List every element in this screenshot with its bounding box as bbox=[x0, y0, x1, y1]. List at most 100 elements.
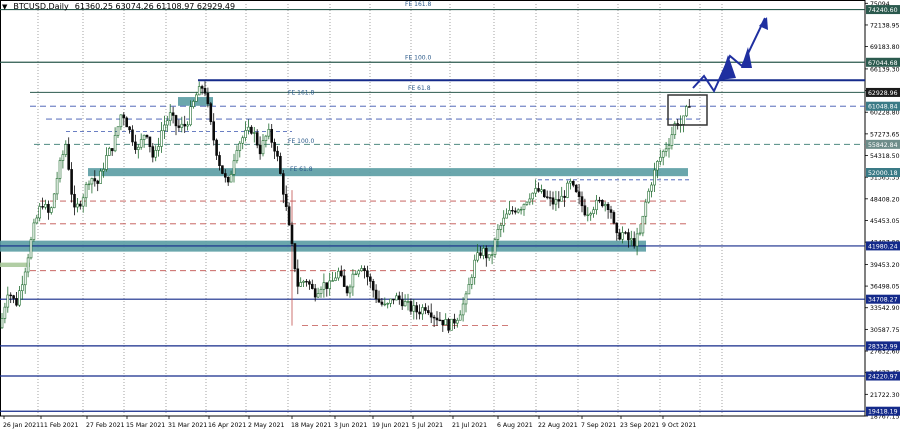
candle-body bbox=[545, 196, 549, 198]
candle-body bbox=[612, 212, 616, 224]
candle-body bbox=[528, 198, 532, 203]
time-tick-label: 18 May 2021 bbox=[291, 422, 331, 429]
price-chart[interactable]: FE 161.8 FE 100.0 FE 61.8 FE 161.8 FE 100.0 F… bbox=[0, 0, 900, 432]
candle-body bbox=[476, 252, 479, 261]
candle-body bbox=[302, 281, 305, 283]
candle-body bbox=[166, 120, 169, 126]
candle-body bbox=[87, 183, 91, 186]
candle-body bbox=[215, 139, 218, 156]
candle-body bbox=[305, 281, 308, 283]
candle-body bbox=[490, 254, 494, 256]
candle-body bbox=[270, 129, 274, 143]
candle-body bbox=[458, 314, 462, 321]
candle-body bbox=[284, 194, 288, 207]
candle-body bbox=[224, 173, 227, 178]
candle-body bbox=[331, 280, 334, 282]
candle-body bbox=[574, 184, 578, 193]
candle-body bbox=[250, 126, 253, 134]
candle-body bbox=[609, 209, 613, 213]
price-label: 19418.19 bbox=[868, 409, 898, 416]
candle-body bbox=[444, 319, 448, 326]
candle-body bbox=[667, 145, 671, 150]
candle-body bbox=[93, 178, 97, 182]
candle-body bbox=[76, 203, 79, 208]
candle-body bbox=[360, 268, 363, 272]
candle-body bbox=[221, 165, 224, 174]
candle-body bbox=[110, 148, 114, 152]
candle-body bbox=[577, 191, 581, 197]
candle-body bbox=[322, 282, 326, 290]
candle-body bbox=[580, 196, 584, 207]
candle-body bbox=[366, 270, 369, 278]
candle-body bbox=[658, 156, 662, 162]
candle-body bbox=[174, 115, 178, 127]
candle-body bbox=[540, 189, 543, 192]
candle-body bbox=[392, 298, 395, 301]
candle-body bbox=[212, 121, 215, 141]
candle-body bbox=[670, 134, 674, 146]
candle-body bbox=[482, 248, 485, 256]
candle-body bbox=[90, 178, 94, 185]
ohlc-values: 61360.25 63074.26 61108.97 62929.49 bbox=[74, 2, 236, 11]
candle-body bbox=[522, 204, 526, 210]
candle-body bbox=[192, 101, 195, 107]
fib-label: FE 100.0 bbox=[405, 54, 432, 61]
candle-body bbox=[18, 290, 21, 306]
candle-body bbox=[426, 310, 430, 314]
candle-body bbox=[418, 311, 421, 315]
candle-body bbox=[287, 206, 291, 226]
price-tick-label: 30587.75 bbox=[870, 327, 900, 334]
price-label: 55842.84 bbox=[868, 142, 898, 149]
price-tick-label: 60228.80 bbox=[870, 110, 900, 117]
candle-body bbox=[310, 283, 314, 289]
price-tick-label: 33542.90 bbox=[870, 305, 900, 312]
time-tick-label: 2 May 2021 bbox=[248, 422, 284, 429]
candle-body bbox=[496, 229, 500, 240]
candle-body bbox=[493, 239, 497, 255]
candle-body bbox=[79, 203, 82, 207]
candle-body bbox=[247, 126, 250, 131]
candle-body bbox=[363, 268, 366, 272]
candle-body bbox=[148, 136, 152, 147]
candle-body bbox=[200, 86, 204, 89]
time-tick-label: 15 Mar 2021 bbox=[126, 422, 165, 429]
candle-body bbox=[377, 298, 381, 303]
candle-body bbox=[206, 92, 210, 104]
candle-body bbox=[131, 129, 134, 143]
candle-body bbox=[273, 142, 276, 152]
candle-body bbox=[3, 306, 7, 319]
price-tick-label: 66139.30 bbox=[870, 66, 900, 73]
candle-body bbox=[52, 193, 56, 209]
time-tick-label: 27 Feb 2021 bbox=[86, 422, 125, 429]
candle-body bbox=[67, 144, 70, 170]
candle-body bbox=[551, 197, 555, 205]
candle-body bbox=[632, 238, 636, 247]
candle-body bbox=[316, 293, 320, 298]
candle-body bbox=[26, 257, 30, 273]
candle-body bbox=[505, 213, 508, 219]
candle-body bbox=[374, 289, 378, 300]
candle-body bbox=[644, 201, 648, 217]
candle-body bbox=[537, 188, 540, 192]
candle-body bbox=[38, 206, 42, 219]
candle-body bbox=[47, 203, 50, 213]
candle-body bbox=[586, 214, 590, 217]
candle-body bbox=[647, 190, 651, 203]
candle-body bbox=[189, 106, 192, 126]
candle-body bbox=[229, 174, 233, 183]
chart-area[interactable]: FE 161.8 FE 100.0 FE 61.8 FE 161.8 FE 100.0 F… bbox=[0, 0, 900, 432]
price-tick-label: 39453.20 bbox=[870, 262, 900, 269]
candle-body bbox=[383, 303, 387, 306]
collapse-triangle-icon[interactable]: ▼ bbox=[2, 3, 7, 11]
candle-body bbox=[261, 140, 265, 155]
candle-body bbox=[108, 148, 111, 156]
candle-body bbox=[151, 146, 155, 158]
candle-body bbox=[583, 205, 587, 216]
candle-body bbox=[258, 144, 262, 155]
candle-body bbox=[592, 209, 595, 214]
candle-body bbox=[354, 273, 358, 276]
candle-body bbox=[255, 132, 259, 146]
candle-body bbox=[113, 134, 117, 152]
candle-body bbox=[122, 114, 126, 119]
candle-body bbox=[319, 288, 323, 294]
